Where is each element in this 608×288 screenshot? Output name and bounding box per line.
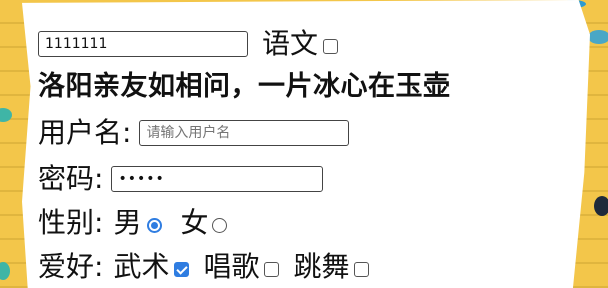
top-text-input[interactable] (38, 31, 248, 57)
subject-label: 语文 (262, 27, 319, 60)
gender-radio-male[interactable] (147, 217, 163, 233)
top-row: 语文 (38, 27, 339, 60)
background-teal-spot (588, 30, 608, 44)
hobby-singing-label: 唱歌 (203, 250, 260, 283)
hobby-martial-arts-checkbox[interactable] (174, 261, 190, 277)
username-row: 用户名: (38, 116, 350, 149)
username-input[interactable] (139, 120, 350, 146)
password-input[interactable] (111, 166, 324, 192)
password-row: 密码: (38, 162, 324, 195)
gender-option-male-label: 男 (113, 206, 142, 239)
username-label: 用户名: (38, 116, 132, 149)
gender-radio-female[interactable] (212, 217, 228, 233)
gender-option-female-label: 女 (180, 206, 209, 239)
hobbies-label: 爱好: (38, 250, 104, 283)
password-label: 密码: (38, 162, 104, 195)
poem-heading: 洛阳亲友如相问，一片冰心在玉壶 (38, 71, 451, 102)
hobby-dancing-checkbox[interactable] (354, 261, 370, 277)
poem-row: 洛阳亲友如相问，一片冰心在玉壶 (38, 73, 451, 100)
gender-label: 性别: (38, 206, 104, 239)
gender-row: 性别: 男 女 (38, 206, 228, 239)
hobby-martial-arts-label: 武术 (113, 250, 170, 283)
subject-checkbox[interactable] (323, 38, 339, 54)
hobby-singing-checkbox[interactable] (264, 261, 280, 277)
hobby-dancing-label: 跳舞 (293, 250, 350, 283)
hobbies-row: 爱好: 武术 唱歌 跳舞 (38, 250, 370, 283)
background-dark-spot (594, 196, 608, 216)
